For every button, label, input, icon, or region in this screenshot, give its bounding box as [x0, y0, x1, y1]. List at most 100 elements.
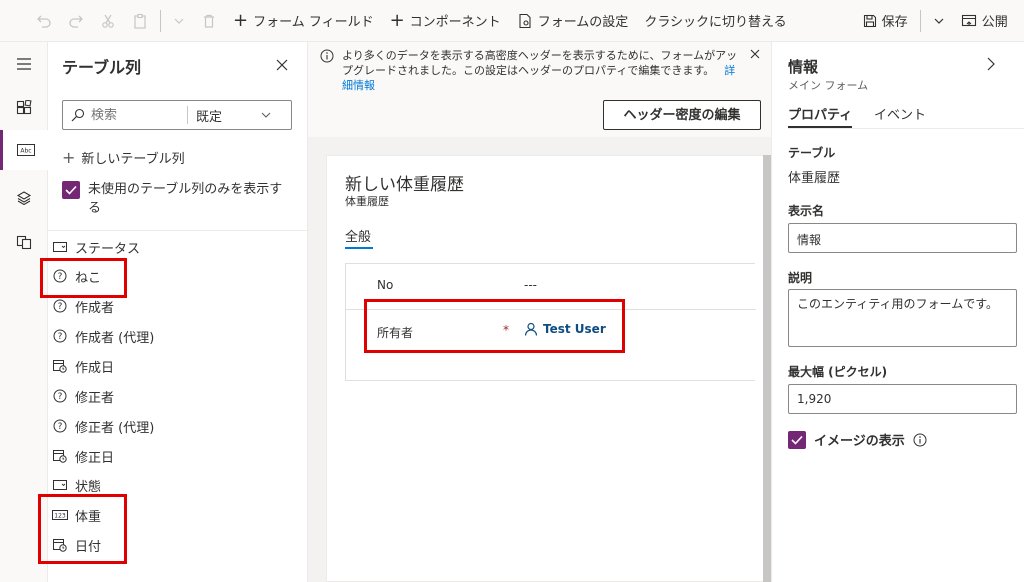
components-icon	[16, 100, 32, 115]
field-item[interactable]: ? 修正者 (代理)	[52, 412, 154, 440]
settings-document-icon	[519, 13, 531, 28]
upgrade-notice: より多くのデータを表示する高密度ヘッダーを表示するために、フォームがアップグレー…	[308, 42, 771, 137]
nav-form-libraries[interactable]	[0, 222, 48, 262]
nav-table-columns[interactable]: Abc	[0, 130, 48, 170]
field-label: 修正日	[75, 450, 115, 466]
component-label: コンポーネント	[409, 15, 501, 30]
field-item[interactable]: 修正日	[52, 442, 114, 470]
publish-button[interactable]: 公開	[953, 0, 1016, 42]
chevron-down-icon[interactable]	[260, 109, 272, 121]
description-label: 説明	[788, 271, 813, 285]
svg-text:?: ?	[58, 392, 63, 402]
show-unused-checkbox[interactable]: 未使用のテーブル列のみを表示する	[62, 180, 292, 218]
pane-close-button[interactable]	[276, 56, 288, 75]
publish-icon	[961, 14, 976, 26]
plus-icon: +	[233, 9, 249, 31]
chevron-down-icon	[174, 18, 184, 24]
pane-divider	[48, 230, 308, 231]
component-button[interactable]: + コンポーネント	[382, 0, 509, 42]
save-button[interactable]: 保存	[855, 0, 916, 42]
tab-underline	[345, 247, 373, 249]
info-icon[interactable]	[913, 433, 927, 447]
field-item[interactable]: 作成日	[52, 352, 114, 380]
switch-classic-label: クラシックに切り替える	[644, 15, 787, 30]
option-set-icon	[52, 479, 68, 491]
form-field-label: フォーム フィールド	[253, 15, 374, 30]
display-name-label: 表示名	[788, 204, 825, 218]
field-item[interactable]: ? 作成者 (代理)	[52, 322, 154, 350]
form-preview: 新しい体重履歴 体重履歴 全般 No --- 所有者 * Test User	[326, 155, 771, 582]
properties-pane: 情報 メイン フォーム プロパティ イベント テーブル 体重履歴 表示名 情報 …	[771, 42, 1024, 582]
plus-icon: +	[62, 148, 76, 167]
max-width-input[interactable]: 1,920	[788, 384, 1017, 414]
field-label: 作成日	[75, 360, 115, 376]
delete-button[interactable]	[193, 0, 225, 42]
paste-button[interactable]	[124, 0, 156, 42]
new-table-column-button[interactable]: + 新しいテーブル列	[62, 148, 185, 167]
form-field-button[interactable]: + フォーム フィールド	[225, 0, 382, 42]
edit-header-density-button[interactable]: ヘッダー密度の編集	[603, 100, 761, 130]
switch-classic-button[interactable]: クラシックに切り替える	[636, 0, 794, 42]
save-dropdown-button[interactable]	[925, 0, 953, 42]
table-columns-icon: Abc	[16, 144, 35, 156]
tabs-divider	[788, 128, 1024, 129]
nav-components[interactable]	[0, 88, 48, 128]
option-set-icon	[52, 241, 68, 253]
form-settings-button[interactable]: フォームの設定	[509, 0, 637, 42]
canvas-scrollbar[interactable]	[763, 155, 771, 582]
display-name-input[interactable]: 情報	[788, 223, 1017, 253]
form-canvas: より多くのデータを表示する高密度ヘッダーを表示するために、フォームがアップグレー…	[308, 42, 771, 582]
tab-general[interactable]: 全般	[345, 226, 371, 245]
svg-text:?: ?	[58, 302, 63, 312]
properties-subtitle: メイン フォーム	[788, 79, 869, 92]
collapse-pane-button[interactable]	[986, 56, 996, 76]
max-width-label: 最大幅 (ピクセル)	[788, 365, 888, 379]
description-textarea[interactable]: このエンティティ用のフォームです。	[788, 289, 1017, 347]
properties-title: 情報	[788, 58, 819, 76]
cut-icon	[102, 14, 114, 28]
svg-text:?: ?	[58, 332, 63, 342]
tab-properties[interactable]: プロパティ	[788, 104, 852, 123]
checkbox-checked-icon	[62, 181, 80, 199]
field-label: 作成者	[75, 300, 115, 316]
plus-icon: +	[389, 9, 405, 31]
field-value: ---	[524, 278, 537, 292]
new-table-column-label: 新しいテーブル列	[81, 152, 185, 167]
unknown-type-icon: ?	[52, 299, 68, 313]
save-label: 保存	[881, 15, 908, 30]
filter-dropdown[interactable]: 既定	[196, 106, 260, 125]
notice-message: より多くのデータを表示する高密度ヘッダーを表示するために、フォームがアップグレー…	[342, 48, 742, 93]
highlight-box	[38, 494, 127, 564]
show-image-checkbox[interactable]: イメージの表示	[788, 430, 927, 449]
date-time-icon	[52, 359, 68, 373]
show-unused-label: 未使用のテーブル列のみを表示する	[88, 182, 283, 216]
field-label: ステータス	[75, 241, 141, 257]
redo-button[interactable]	[60, 0, 92, 42]
nav-menu-button[interactable]	[0, 44, 48, 84]
form-settings-label: フォームの設定	[537, 15, 629, 30]
form-title: 新しい体重履歴	[345, 175, 464, 195]
paste-dropdown-button[interactable]	[165, 0, 193, 42]
field-item[interactable]: ステータス	[52, 233, 140, 261]
hamburger-icon	[17, 58, 31, 70]
unknown-type-icon: ?	[52, 329, 68, 343]
tab-events[interactable]: イベント	[874, 104, 926, 123]
search-input[interactable]	[91, 107, 187, 123]
undo-button[interactable]	[28, 0, 60, 42]
field-label: 修正者	[75, 390, 115, 406]
nav-tree-view[interactable]	[0, 178, 48, 218]
date-time-icon	[52, 449, 68, 463]
form-libraries-icon	[16, 235, 32, 250]
close-icon[interactable]	[750, 49, 760, 59]
publish-label: 公開	[981, 15, 1008, 30]
field-label: 状態	[75, 479, 102, 495]
table-value: 体重履歴	[788, 171, 841, 186]
field-item[interactable]: ? 修正者	[52, 382, 114, 410]
svg-text:Abc: Abc	[20, 148, 31, 155]
command-bar: + フォーム フィールド + コンポーネント フォームの設定 クラシックに切り替…	[0, 0, 1024, 42]
toolbar-divider	[160, 9, 161, 32]
redo-icon	[69, 15, 83, 28]
unknown-type-icon: ?	[52, 389, 68, 403]
undo-icon	[37, 15, 51, 28]
cut-button[interactable]	[92, 0, 124, 42]
